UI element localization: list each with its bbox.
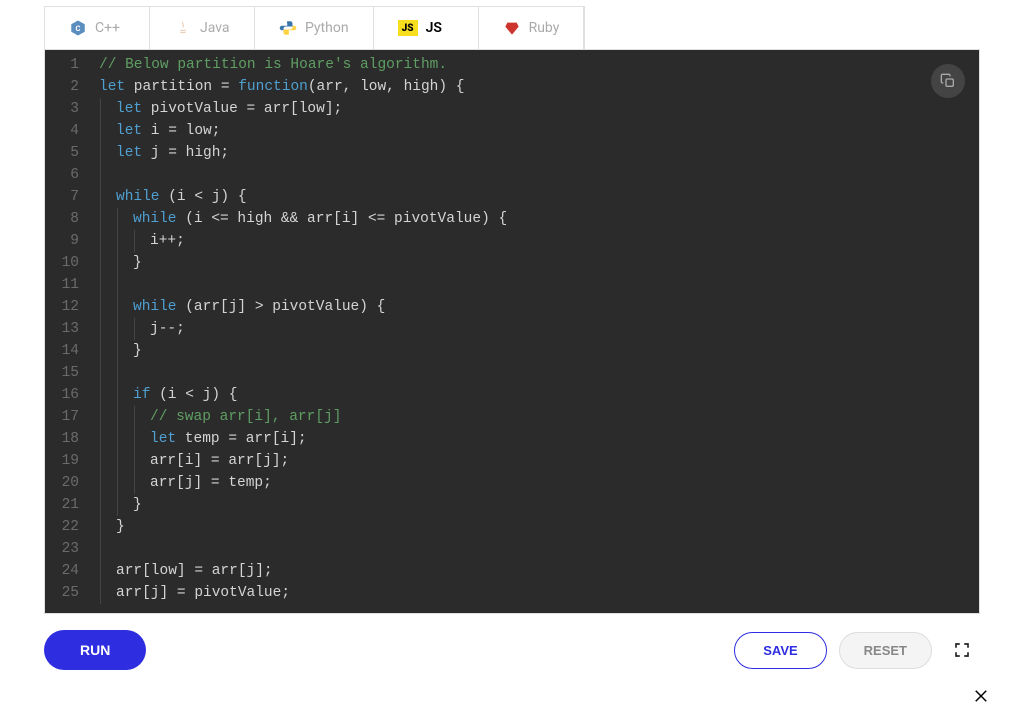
tab-label: Python [305, 20, 349, 36]
tab-label: C++ [95, 20, 120, 36]
tab-js[interactable]: JS JS [374, 7, 479, 49]
tab-python[interactable]: Python [255, 7, 374, 49]
tab-label: Java [200, 20, 230, 36]
reset-button[interactable]: RESET [839, 632, 932, 669]
editor-footer: RUN SAVE RESET [0, 614, 1024, 686]
run-button[interactable]: RUN [44, 630, 146, 670]
java-icon [174, 19, 192, 37]
code-editor[interactable]: 1234567891011121314151617181920212223242… [44, 49, 980, 614]
tab-cpp[interactable]: C C++ [45, 7, 150, 49]
line-number-gutter: 1234567891011121314151617181920212223242… [45, 50, 91, 613]
python-icon [279, 19, 297, 37]
cpp-icon: C [69, 19, 87, 37]
js-icon: JS [398, 20, 418, 36]
tab-label: JS [426, 20, 442, 36]
language-tabs: C C++ Java Python JS JS Ruby [44, 6, 585, 49]
tab-java[interactable]: Java [150, 7, 255, 49]
copy-button[interactable] [931, 64, 965, 98]
svg-text:C: C [76, 24, 81, 33]
close-icon [972, 687, 990, 705]
tab-ruby[interactable]: Ruby [479, 7, 585, 49]
tab-label: Ruby [529, 20, 560, 36]
save-button[interactable]: SAVE [734, 632, 826, 669]
copy-icon [940, 73, 956, 89]
fullscreen-icon [953, 641, 971, 659]
ruby-icon [503, 19, 521, 37]
close-button[interactable] [972, 686, 990, 710]
code-content[interactable]: // Below partition is Hoare's algorithm.… [91, 50, 979, 613]
fullscreen-button[interactable] [944, 632, 980, 668]
